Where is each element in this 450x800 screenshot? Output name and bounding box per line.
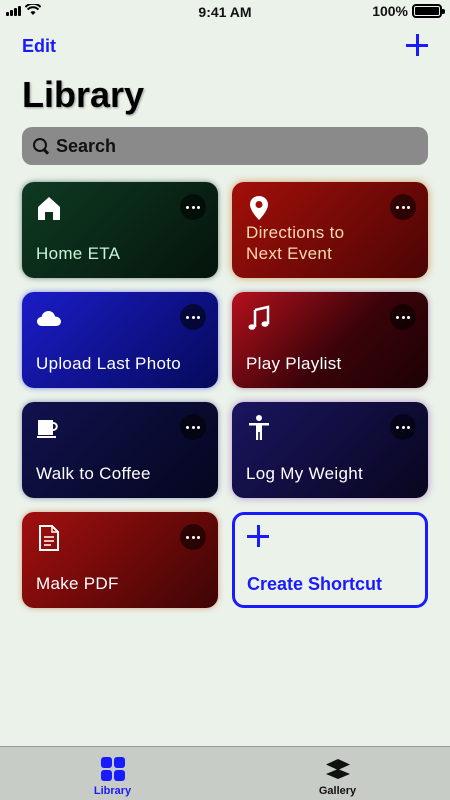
shortcut-tile-make-pdf[interactable]: Make PDF — [22, 512, 218, 608]
shortcut-tile-log-weight[interactable]: Log My Weight — [232, 402, 428, 498]
tab-bar: Library Gallery — [0, 746, 450, 800]
document-icon — [39, 525, 59, 551]
music-note-icon — [248, 305, 270, 330]
tab-gallery[interactable]: Gallery — [225, 747, 450, 800]
tab-library[interactable]: Library — [0, 747, 225, 800]
shortcut-tile-play-playlist[interactable]: Play Playlist — [232, 292, 428, 388]
grid-icon — [100, 757, 125, 781]
status-bar: 9:41 AM 100% — [0, 0, 450, 24]
more-options-button[interactable] — [180, 524, 206, 550]
shortcut-label: Log My Weight — [246, 464, 363, 483]
shortcut-tile-upload-photo[interactable]: Upload Last Photo — [22, 292, 218, 388]
shortcut-label: Walk to Coffee — [36, 464, 151, 483]
shortcut-label: Home ETA — [36, 244, 121, 263]
shortcut-tile-directions[interactable]: Directions to Next Event — [232, 182, 428, 278]
battery-fill — [415, 7, 439, 15]
coffee-cup-icon — [37, 420, 58, 438]
more-options-button[interactable] — [390, 304, 416, 330]
shortcut-label: Directions to Next Event — [246, 223, 345, 263]
plus-icon — [247, 525, 269, 547]
layers-icon — [325, 759, 350, 779]
battery-icon — [412, 4, 445, 18]
shortcut-label: Make PDF — [36, 574, 119, 593]
more-options-button[interactable] — [180, 194, 206, 220]
create-shortcut-label: Create Shortcut — [247, 574, 383, 594]
search-bar[interactable] — [22, 127, 428, 165]
create-shortcut-button[interactable]: Create Shortcut — [232, 512, 428, 608]
location-pin-icon — [250, 196, 268, 220]
more-options-button[interactable] — [180, 304, 206, 330]
page-title: Library — [22, 74, 145, 115]
shortcut-tile-walk-coffee[interactable]: Walk to Coffee — [22, 402, 218, 498]
search-input[interactable] — [56, 135, 396, 157]
plus-icon[interactable] — [406, 34, 428, 56]
shortcut-grid: Home ETA Directions to Next Event Upload… — [22, 182, 430, 608]
house-icon — [38, 197, 60, 220]
shortcut-tile-home-eta[interactable]: Home ETA — [22, 182, 218, 278]
cloud-icon — [37, 311, 61, 326]
person-icon — [249, 415, 269, 440]
shortcut-label: Upload Last Photo — [36, 354, 181, 373]
status-right: 100% — [372, 3, 445, 19]
more-options-button[interactable] — [390, 194, 416, 220]
edit-button[interactable]: Edit — [22, 36, 56, 57]
more-options-button[interactable] — [390, 414, 416, 440]
battery-percent: 100% — [372, 3, 408, 19]
more-options-button[interactable] — [180, 414, 206, 440]
shortcut-label: Play Playlist — [246, 354, 342, 373]
tab-label: Library — [93, 785, 132, 797]
search-icon — [32, 137, 50, 155]
tab-label: Gallery — [318, 785, 357, 797]
